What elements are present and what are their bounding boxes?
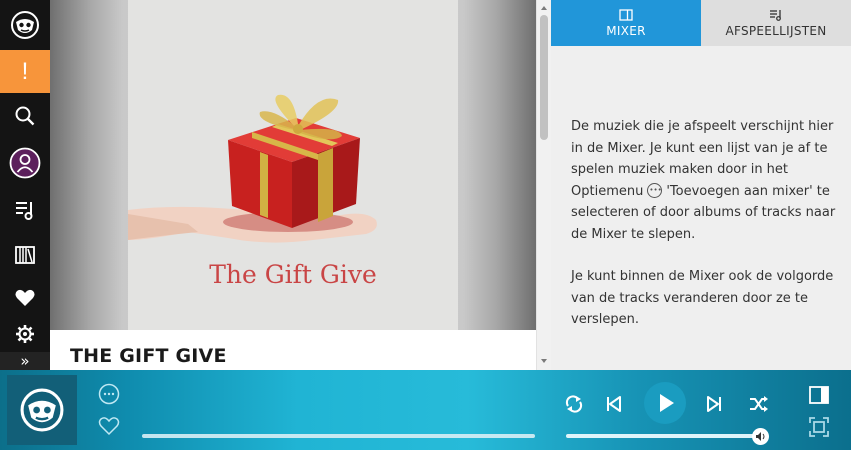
- cover-title-text: The Gift Give: [209, 260, 377, 289]
- panel-tabs: MIXER AFSPEELLIJSTEN: [551, 0, 851, 46]
- tab-mixer-label: MIXER: [606, 23, 646, 38]
- left-nav: ! »: [0, 0, 50, 370]
- mixer-empty-message: De muziek die je afspeelt verschijnt hie…: [571, 116, 836, 352]
- napster-logo-icon: [20, 388, 64, 432]
- previous-icon[interactable]: [603, 393, 625, 415]
- album-view: The Gift Give THE GIFT GIVE: [50, 0, 536, 370]
- now-playing-artwork[interactable]: [7, 375, 77, 445]
- scroll-thumb[interactable]: [540, 15, 548, 140]
- volume-slider[interactable]: [566, 434, 756, 438]
- mixer-panel-icon[interactable]: [808, 384, 830, 406]
- mixer-help-paragraph-2: Je kunt binnen de Mixer ook de volgorde …: [571, 269, 834, 327]
- heart-icon[interactable]: [97, 415, 121, 437]
- album-cover-art[interactable]: The Gift Give: [128, 0, 458, 330]
- exclamation-icon: !: [21, 57, 29, 85]
- volume-knob[interactable]: [752, 428, 769, 445]
- expand-nav-button[interactable]: »: [0, 352, 50, 370]
- app-window: ! » The Gift Give THE GIFT GIVE MIXER AF…: [0, 0, 851, 450]
- alert-button[interactable]: !: [0, 50, 50, 93]
- search-icon[interactable]: [0, 98, 50, 134]
- album-title: THE GIFT GIVE: [70, 345, 227, 367]
- fullscreen-icon[interactable]: [808, 416, 830, 438]
- volume-icon: [756, 432, 765, 441]
- main-scrollbar[interactable]: [536, 0, 551, 370]
- options-icon[interactable]: [98, 383, 120, 405]
- mixer-icon: [619, 8, 633, 21]
- playlist-icon: [770, 9, 781, 21]
- playlist-icon[interactable]: [0, 192, 50, 228]
- scroll-down-arrow-icon[interactable]: [541, 359, 547, 363]
- options-menu-icon: [647, 180, 663, 201]
- gear-icon[interactable]: [0, 316, 50, 352]
- shuffle-icon[interactable]: [748, 393, 770, 415]
- scroll-up-arrow-icon[interactable]: [541, 6, 547, 10]
- mixer-panel: MIXER AFSPEELLIJSTEN De muziek die je af…: [551, 0, 851, 370]
- user-icon[interactable]: [0, 144, 50, 182]
- tab-afspeellijsten[interactable]: AFSPEELLIJSTEN: [701, 0, 851, 46]
- tab-mixer[interactable]: MIXER: [551, 0, 701, 46]
- chevron-double-right-icon: »: [20, 352, 30, 370]
- track-progress-bar[interactable]: [142, 434, 535, 438]
- napster-logo-icon[interactable]: [0, 0, 50, 50]
- repeat-icon[interactable]: [563, 393, 585, 415]
- next-icon[interactable]: [703, 393, 725, 415]
- tab-afspeellijsten-label: AFSPEELLIJSTEN: [725, 23, 827, 38]
- mixer-help-paragraph-1: De muziek die je afspeelt verschijnt hie…: [571, 116, 836, 245]
- heart-icon[interactable]: [0, 280, 50, 316]
- library-icon[interactable]: [0, 237, 50, 273]
- player-bar: [0, 370, 851, 450]
- play-icon[interactable]: [644, 382, 686, 424]
